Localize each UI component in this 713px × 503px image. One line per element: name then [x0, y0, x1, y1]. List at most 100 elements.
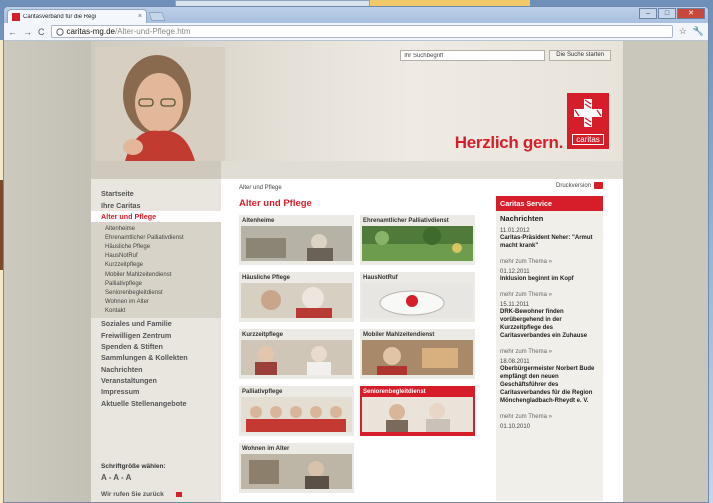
service-card[interactable]: Kurzzeitpflege — [239, 329, 354, 379]
news-title[interactable]: Caritas-Präsident Neher: "Armut macht kr… — [500, 234, 599, 250]
service-card[interactable]: HausNotRuf — [360, 272, 475, 322]
service-card[interactable]: Mobiler Mahlzeitendienst — [360, 329, 475, 379]
back-arrow-icon[interactable]: ← — [8, 27, 17, 37]
service-card-highlighted[interactable]: Seniorenbegleitdienst — [360, 386, 475, 436]
subnav-item[interactable]: Mobiler Mahlzeitendienst — [91, 270, 221, 279]
subnav-item[interactable]: Palliativpflege — [91, 279, 221, 288]
card-label: Wohnen im Alter — [242, 446, 290, 452]
card-label: Altenheime — [242, 218, 275, 224]
new-tab-button[interactable] — [148, 12, 166, 21]
nav-startseite[interactable]: Startseite — [91, 188, 221, 199]
envelope-icon — [175, 491, 182, 497]
service-card[interactable]: Wohnen im Alter — [239, 443, 354, 493]
service-card[interactable]: Altenheime — [239, 215, 354, 265]
minimize-button[interactable]: – — [639, 8, 657, 19]
caritas-cross-icon — [574, 99, 602, 127]
sidebar: Startseite Ihre Caritas Alter und Pflege… — [91, 179, 221, 502]
news-box: Nachrichten 11.01.2012 Caritas-Präsident… — [496, 211, 603, 501]
news-item: 01.10.2010 — [500, 424, 599, 430]
address-bar[interactable]: caritas-mg.de/Alter-und-Pflege.htm — [50, 25, 673, 38]
print-label: Druckversion — [555, 183, 591, 190]
subnav-item[interactable]: Kurzzeitpflege — [91, 261, 221, 270]
card-photo — [362, 340, 473, 375]
bookmark-star-icon[interactable]: ☆ — [679, 26, 687, 37]
font-size-label: Schriftgröße wählen: — [101, 463, 166, 470]
card-label: Häusliche Pflege — [242, 275, 291, 281]
news-item: 01.12.2011 Inklusion beginnt im Kopf meh… — [500, 269, 599, 298]
title-bar: Caritasverband für die Regi × – □ ✕ — [4, 7, 708, 23]
nav-item[interactable]: Nachrichten — [91, 364, 221, 375]
subnav-item[interactable]: Altenheime — [91, 224, 221, 233]
page-viewport: Die Suche starten Herzlich gern. caritas — [4, 41, 708, 502]
search-input[interactable] — [400, 50, 546, 61]
reload-icon[interactable]: C — [38, 27, 45, 37]
news-more-link[interactable]: mehr zum Thema » — [500, 259, 599, 265]
service-card[interactable]: Palliativpflege — [239, 386, 354, 436]
page-title: Alter und Pflege — [239, 198, 312, 209]
nav-ihre-caritas[interactable]: Ihre Caritas — [91, 199, 221, 210]
url-path: /Alter-und-Pflege.htm — [114, 27, 191, 36]
card-photo — [241, 283, 352, 318]
news-title[interactable]: DRK-Bewohner finden vorübergehend in der… — [500, 308, 599, 340]
window-controls: – □ ✕ — [639, 8, 705, 19]
subnav-item[interactable]: HausNotRuf — [91, 252, 221, 261]
news-more-link[interactable]: mehr zum Thema » — [500, 414, 599, 420]
subnav-item[interactable]: Ehrenamtlicher Palliativdienst — [91, 233, 221, 242]
font-size-options[interactable]: A - A - A — [101, 473, 166, 482]
content-area: Startseite Ihre Caritas Alter und Pflege… — [91, 179, 623, 502]
tab-title: Caritasverband für die Regi — [23, 13, 97, 20]
globe-icon — [55, 27, 64, 36]
caritas-logo[interactable]: caritas — [567, 93, 609, 149]
nav-item[interactable]: Sammlungen & Kollekten — [91, 352, 221, 363]
callback-label: Wir rufen Sie zurück — [101, 491, 164, 498]
subnav-item[interactable]: Häusliche Pflege — [91, 243, 221, 252]
news-more-link[interactable]: mehr zum Thema » — [500, 349, 599, 355]
nav-item[interactable]: Freiwilligen Zentrum — [91, 329, 221, 340]
nav-item[interactable]: Soziales und Familie — [91, 318, 221, 329]
header-divider — [91, 161, 623, 179]
card-label: Palliativpflege — [242, 389, 283, 395]
news-item: 18.08.2011 Oberbürgermeister Norbert Bud… — [500, 359, 599, 420]
card-photo — [241, 397, 352, 432]
card-photo — [241, 340, 352, 375]
webpage: Die Suche starten Herzlich gern. caritas — [91, 41, 623, 502]
service-card[interactable]: Häusliche Pflege — [239, 272, 354, 322]
url-host: caritas-mg.de — [66, 27, 115, 36]
tab-close-icon[interactable]: × — [138, 13, 142, 20]
news-title[interactable]: Oberbürgermeister Norbert Bude empfängt … — [500, 365, 599, 405]
card-label: Kurzzeitpflege — [242, 332, 284, 338]
breadcrumb: Alter und Pflege — [239, 185, 282, 191]
nav-item[interactable]: Aktuelle Stellenangebote — [91, 398, 221, 409]
browser-tab[interactable]: Caritasverband für die Regi × — [7, 9, 147, 23]
maximize-button[interactable]: □ — [658, 8, 676, 19]
news-date: 01.10.2010 — [500, 424, 531, 430]
subnav-item[interactable]: Seniorenbegleitdienst — [91, 288, 221, 297]
subnav-item[interactable]: Wohnen im Alter — [91, 298, 221, 307]
subnav: Altenheime Ehrenamtlicher Palliativdiens… — [91, 222, 221, 318]
news-item: 11.01.2012 Caritas-Präsident Neher: "Arm… — [500, 228, 599, 265]
news-title[interactable]: Inklusion beginnt im Kopf — [500, 275, 599, 283]
card-photo — [362, 226, 473, 261]
service-grid: Altenheime Ehrenamtlicher Palliativdiens… — [239, 215, 496, 493]
card-photo — [362, 283, 473, 318]
nav-alter-und-pflege[interactable]: Alter und Pflege — [91, 210, 221, 223]
wrench-menu-icon[interactable]: 🔧 — [693, 26, 704, 37]
font-size-selector: Schriftgröße wählen: A - A - A — [101, 463, 166, 482]
callback-link[interactable]: Wir rufen Sie zurück — [101, 491, 182, 498]
subnav-item[interactable]: Kontakt — [91, 307, 221, 316]
site-header: Die Suche starten Herzlich gern. caritas — [91, 41, 623, 161]
nav-item[interactable]: Veranstaltungen — [91, 375, 221, 386]
card-label: HausNotRuf — [363, 275, 398, 281]
news-more-link[interactable]: mehr zum Thema » — [500, 292, 599, 298]
card-photo — [362, 397, 473, 432]
nav-item[interactable]: Spenden & Stiften — [91, 341, 221, 352]
card-label: Ehrenamtlicher Palliativdienst — [363, 218, 449, 224]
service-card[interactable]: Ehrenamtlicher Palliativdienst — [360, 215, 475, 265]
search-button[interactable]: Die Suche starten — [549, 50, 611, 61]
news-heading: Nachrichten — [500, 214, 544, 223]
forward-arrow-icon[interactable]: → — [23, 27, 32, 37]
nav-item[interactable]: Impressum — [91, 386, 221, 397]
close-window-button[interactable]: ✕ — [677, 8, 705, 19]
print-link[interactable]: Druckversion — [496, 182, 603, 194]
search-bar: Die Suche starten — [400, 50, 611, 61]
